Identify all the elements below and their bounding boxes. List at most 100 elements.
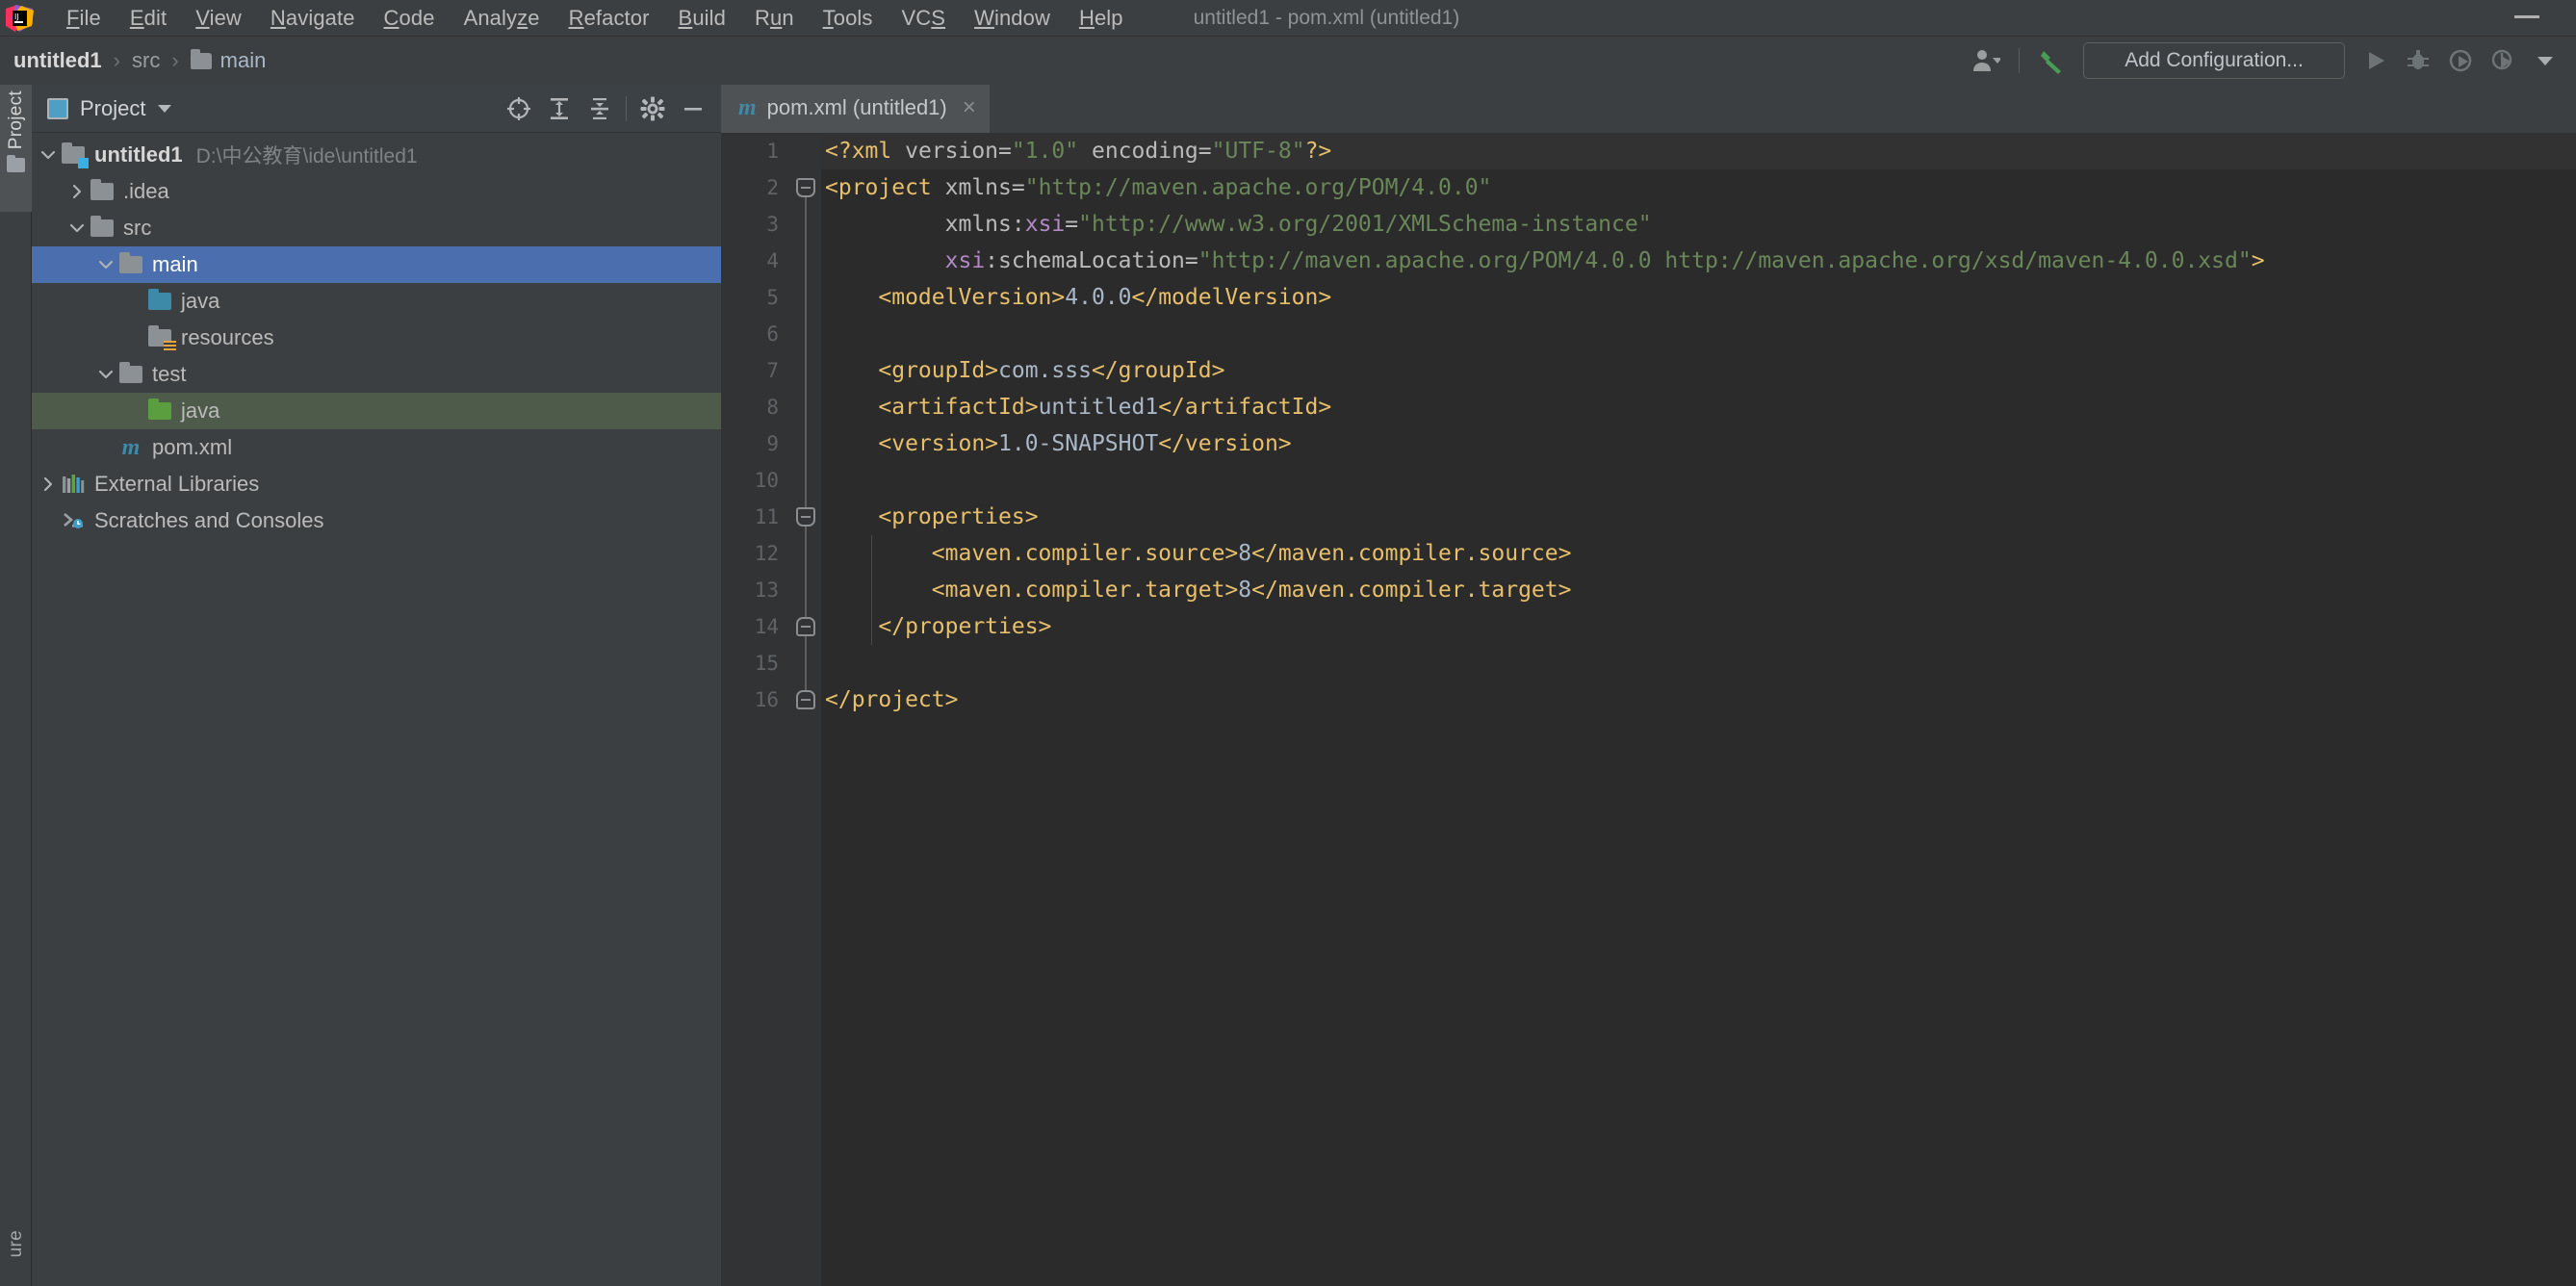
line-number: 10 <box>754 469 779 492</box>
folder-icon <box>90 173 115 210</box>
chevron-right-icon[interactable] <box>64 173 90 210</box>
locate-icon[interactable] <box>499 89 539 129</box>
code-token: "1.0" <box>1011 139 1079 164</box>
code-line[interactable] <box>821 316 2576 352</box>
code-token: untitled1 <box>1038 395 1159 420</box>
run-more-chevron-down-icon[interactable] <box>2524 41 2566 80</box>
window-minimize-button[interactable] <box>2514 15 2539 18</box>
chevron-down-icon[interactable] <box>64 210 90 246</box>
sidebar-item-project[interactable]: Project <box>0 85 32 212</box>
code-token: <project <box>825 175 932 200</box>
breadcrumb-item-src[interactable]: src <box>132 48 160 73</box>
breadcrumb-item-main[interactable]: main <box>190 48 266 73</box>
menu-item-build[interactable]: Build <box>664 2 740 35</box>
run-with-coverage-icon[interactable] <box>2439 41 2482 80</box>
menu-item-navigate[interactable]: Navigate <box>256 2 370 35</box>
close-icon[interactable]: × <box>963 96 976 119</box>
breadcrumb-separator: › <box>171 48 179 72</box>
code-line[interactable]: <maven.compiler.target>8</maven.compiler… <box>821 572 2576 608</box>
breadcrumb-item-untitled1[interactable]: untitled1 <box>13 48 102 73</box>
fold-toggle-end[interactable] <box>796 690 815 709</box>
gear-icon[interactable] <box>632 89 673 129</box>
code-line[interactable] <box>821 462 2576 499</box>
tree-node-external-libraries[interactable]: External Libraries <box>32 466 721 502</box>
editor-tab-pom-xml[interactable]: m pom.xml (untitled1) × <box>721 85 990 133</box>
line-number: 2 <box>766 176 779 199</box>
menu-item-view[interactable]: View <box>181 2 256 35</box>
menu-item-file[interactable]: File <box>52 2 116 35</box>
code-line[interactable]: </properties> <box>821 608 2576 645</box>
chevron-right-icon[interactable] <box>36 466 61 502</box>
tree-node-untitled1[interactable]: untitled1 D:\中公教育\ide\untitled1 <box>32 137 721 173</box>
tree-chevron-spacer <box>122 320 147 356</box>
minimize-icon[interactable] <box>673 89 713 129</box>
project-panel-toolbar <box>499 85 713 133</box>
code-line[interactable]: </project> <box>821 682 2576 718</box>
tree-node-main[interactable]: main <box>32 246 721 283</box>
code-line[interactable]: <artifactId>untitled1</artifactId> <box>821 389 2576 425</box>
tree-node-src[interactable]: src <box>32 210 721 246</box>
fold-toggle-end[interactable] <box>796 617 815 636</box>
code-line[interactable]: <?xml version="1.0" encoding="UTF-8"?> <box>821 133 2576 169</box>
menu-item-run[interactable]: Run <box>740 2 809 35</box>
user-account-icon[interactable] <box>1965 41 2007 80</box>
run-play-icon[interactable] <box>2355 41 2397 80</box>
code-line[interactable]: <modelVersion>4.0.0</modelVersion> <box>821 279 2576 316</box>
add-configuration-button[interactable]: Add Configuration... <box>2083 42 2345 79</box>
tree-node-label: Scratches and Consoles <box>94 508 324 532</box>
code-line[interactable]: xmlns:xsi="http://www.w3.org/2001/XMLSch… <box>821 206 2576 243</box>
code-editor[interactable]: 1 2 3 4 5 6 7 8 9 10 11 12 13 14 15 16 <?xml version="1… <box>721 133 2576 1286</box>
profile-icon[interactable] <box>2482 41 2524 80</box>
tree-node-java[interactable]: java <box>32 393 721 429</box>
scratches-icon <box>61 502 86 539</box>
tree-node--idea[interactable]: .idea <box>32 173 721 210</box>
code-token: <artifactId> <box>825 395 1039 420</box>
chevron-down-icon[interactable] <box>36 137 61 173</box>
menu-item-help[interactable]: Help <box>1065 2 1138 35</box>
code-token: </groupId> <box>1091 358 1225 383</box>
code-token: </project> <box>825 687 959 712</box>
folder-icon <box>190 48 212 69</box>
tree-node-test[interactable]: test <box>32 356 721 393</box>
tree-node-pom-xml[interactable]: m pom.xml <box>32 429 721 466</box>
chevron-down-icon[interactable] <box>158 104 172 113</box>
code-token: 8 <box>1238 578 1252 603</box>
code-text[interactable]: <?xml version="1.0" encoding="UTF-8"?> <p… <box>821 133 2576 1286</box>
code-line[interactable]: <properties> <box>821 499 2576 535</box>
sidebar-item-structure[interactable]: ure <box>0 1205 32 1286</box>
chevron-down-icon[interactable] <box>93 246 118 283</box>
tree-node-java[interactable]: java <box>32 283 721 320</box>
fold-toggle-start[interactable] <box>796 507 815 527</box>
collapse-all-icon[interactable] <box>580 89 620 129</box>
menu-item-window[interactable]: Window <box>960 2 1065 35</box>
code-token: :schemaLocation <box>985 248 1185 273</box>
breadcrumb: untitled1 › src › main <box>13 48 266 73</box>
code-line[interactable] <box>821 645 2576 682</box>
menu-item-edit[interactable]: Edit <box>116 2 181 35</box>
code-line[interactable]: xsi:schemaLocation="http://maven.apache.… <box>821 243 2576 279</box>
debug-bug-icon[interactable] <box>2397 41 2439 80</box>
menu-item-analyze[interactable]: Analyze <box>450 2 554 35</box>
code-line[interactable]: <maven.compiler.source>8</maven.compiler… <box>821 535 2576 572</box>
chevron-down-icon[interactable] <box>93 356 118 393</box>
expand-all-icon[interactable] <box>539 89 580 129</box>
menu-item-code[interactable]: Code <box>370 2 450 35</box>
code-token: </properties> <box>825 614 1052 639</box>
svg-text:IJ: IJ <box>14 13 19 21</box>
build-hammer-icon[interactable] <box>2031 41 2074 80</box>
menu-item-vcs[interactable]: VCS <box>888 2 961 35</box>
code-line[interactable]: <version>1.0-SNAPSHOT</version> <box>821 425 2576 462</box>
line-number: 13 <box>754 579 779 602</box>
fold-toggle-start[interactable] <box>796 178 815 197</box>
menu-item-tools[interactable]: Tools <box>809 2 888 35</box>
tree-node-label: main <box>152 252 198 276</box>
code-folding-gutter[interactable] <box>790 133 821 1286</box>
code-line[interactable]: <groupId>com.sss</groupId> <box>821 352 2576 389</box>
editor-tab-label: pom.xml (untitled1) <box>766 95 947 119</box>
intellij-idea-logo-icon: IJ <box>4 3 35 34</box>
tree-node-resources[interactable]: resources <box>32 320 721 356</box>
line-number: 7 <box>766 359 779 382</box>
menu-item-refactor[interactable]: Refactor <box>554 2 664 35</box>
code-line[interactable]: <project xmlns="http://maven.apache.org/… <box>821 169 2576 206</box>
tree-node-scratches-and-consoles[interactable]: Scratches and Consoles <box>32 502 721 539</box>
